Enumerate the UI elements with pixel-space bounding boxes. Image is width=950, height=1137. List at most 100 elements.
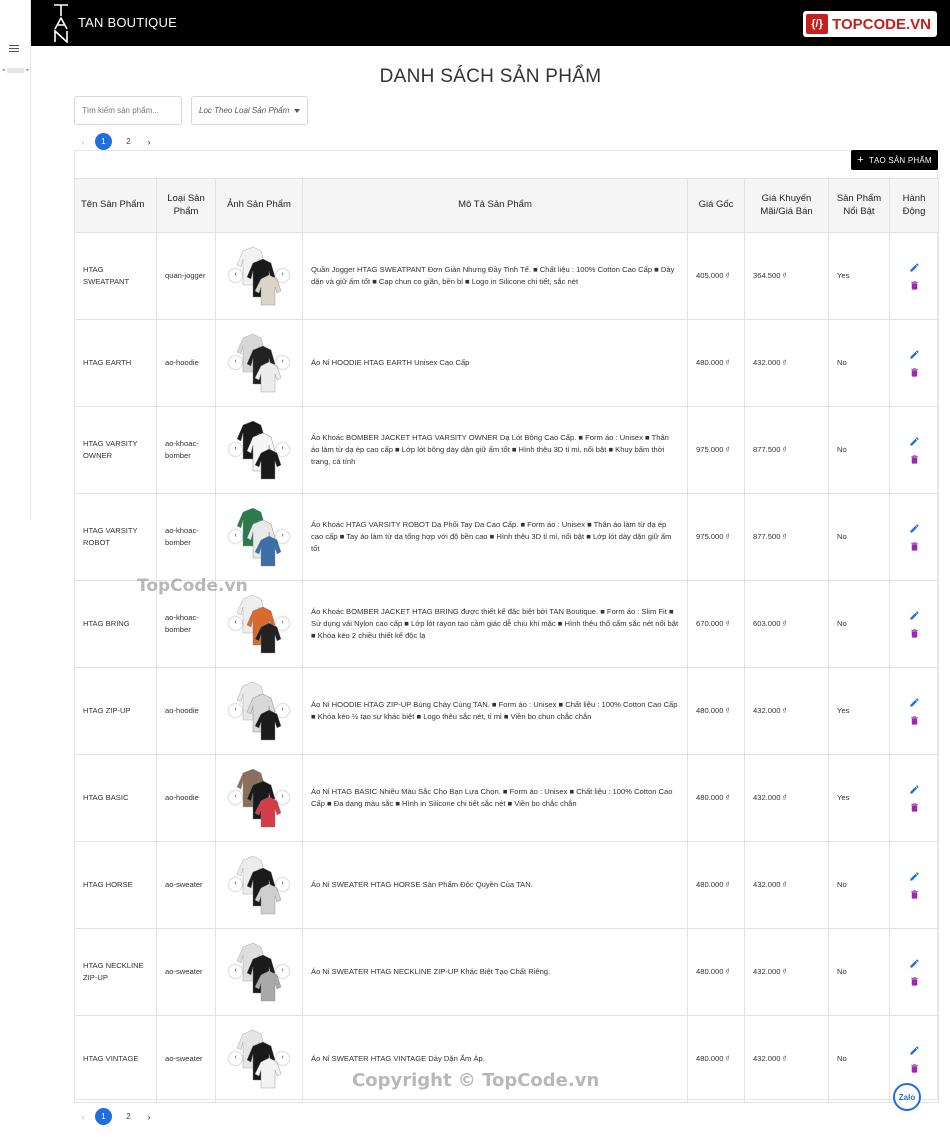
sale-price-cell: 432.000 ₫: [744, 754, 829, 842]
col-featured-header[interactable]: Sản Phẩm Nổi Bật: [828, 178, 890, 233]
carousel-next-icon[interactable]: ›: [276, 443, 289, 456]
carousel-prev-icon[interactable]: ‹: [229, 965, 242, 978]
featured-cell: No: [828, 928, 890, 1016]
edit-icon[interactable]: [909, 523, 920, 534]
delete-icon[interactable]: [909, 889, 920, 900]
carousel-prev-icon[interactable]: ‹: [229, 617, 242, 630]
price-cell: 480.000 ₫: [687, 841, 745, 929]
image-carousel: ‹ ›: [229, 680, 289, 742]
scroll-left-icon[interactable]: ◂: [2, 67, 5, 73]
carousel-prev-icon[interactable]: ‹: [229, 269, 242, 282]
edit-icon[interactable]: [909, 958, 920, 969]
featured-cell: No: [828, 493, 890, 581]
actions-cell: [889, 928, 939, 1016]
delete-icon[interactable]: [909, 454, 920, 465]
carousel-prev-icon[interactable]: ‹: [229, 878, 242, 891]
edit-icon[interactable]: [909, 871, 920, 882]
scroll-right-icon[interactable]: ▸: [26, 67, 29, 73]
col-type-header[interactable]: Loại Sản Phẩm: [156, 178, 216, 233]
page-2-button[interactable]: 2: [120, 1108, 137, 1125]
sale-price-cell: 432.000 ₫: [744, 928, 829, 1016]
carousel-prev-icon[interactable]: ‹: [229, 530, 242, 543]
create-product-button[interactable]: + TẠO SẢN PHẨM: [851, 150, 938, 170]
product-image-cell: ‹ ›: [215, 493, 303, 581]
category-filter-select[interactable]: Lọc Theo Loại Sản Phẩm: [191, 96, 308, 125]
search-input[interactable]: [74, 96, 182, 125]
delete-icon[interactable]: [909, 541, 920, 552]
product-image-cell: ‹ ›: [215, 841, 303, 929]
tan-logo[interactable]: [53, 3, 69, 44]
product-desc-cell: Áo Khoác HTAG VARSITY ROBOT Dạ Phối Tay …: [302, 493, 688, 581]
edit-icon[interactable]: [909, 697, 920, 708]
col-desc-header[interactable]: Mô Tả Sản Phẩm: [302, 178, 688, 233]
carousel-prev-icon[interactable]: ‹: [229, 704, 242, 717]
actions-cell: [889, 667, 939, 755]
edit-icon[interactable]: [909, 610, 920, 621]
carousel-prev-icon[interactable]: ‹: [229, 356, 242, 369]
delete-icon[interactable]: [909, 1063, 920, 1074]
rail-scroll[interactable]: ◂ ▸: [2, 66, 29, 74]
edit-icon[interactable]: [909, 784, 920, 795]
filter-label: Lọc Theo Loại Sản Phẩm: [199, 106, 290, 115]
col-sale-header[interactable]: Giá Khuyến Mãi/Giá Bán: [744, 178, 829, 233]
delete-icon[interactable]: [909, 367, 920, 378]
next-page-icon[interactable]: ›: [145, 137, 153, 147]
brand-name[interactable]: TAN BOUTIQUE: [78, 15, 177, 30]
col-name-header[interactable]: Tên Sản Phẩm: [74, 178, 157, 233]
page-1-button[interactable]: 1: [95, 133, 112, 150]
prev-page-icon[interactable]: ‹: [79, 137, 87, 147]
carousel-next-icon[interactable]: ›: [276, 617, 289, 630]
sale-price-cell: 364.500 ₫: [744, 232, 829, 320]
image-carousel: ‹ ›: [229, 419, 289, 481]
col-price-header[interactable]: Giá Gốc: [687, 178, 745, 233]
next-page-icon[interactable]: ›: [145, 1112, 153, 1122]
caret-down-icon: [294, 109, 300, 113]
edit-icon[interactable]: [909, 436, 920, 447]
sale-price-cell: 877.500 ₫: [744, 493, 829, 581]
delete-icon[interactable]: [909, 802, 920, 813]
delete-icon[interactable]: [909, 976, 920, 987]
price-cell: 480.000 ₫: [687, 1015, 745, 1103]
carousel-next-icon[interactable]: ›: [276, 878, 289, 891]
zalo-chat-button[interactable]: Zalo: [893, 1083, 921, 1111]
carousel-next-icon[interactable]: ›: [276, 1052, 289, 1065]
watermark-mid: TopCode.vn: [137, 576, 248, 596]
delete-icon[interactable]: [909, 280, 920, 291]
prev-page-icon[interactable]: ‹: [79, 1112, 87, 1122]
featured-cell: No: [828, 841, 890, 929]
carousel-prev-icon[interactable]: ‹: [229, 791, 242, 804]
carousel-prev-icon[interactable]: ‹: [229, 443, 242, 456]
edit-icon[interactable]: [909, 349, 920, 360]
carousel-next-icon[interactable]: ›: [276, 269, 289, 282]
carousel-next-icon[interactable]: ›: [276, 791, 289, 804]
carousel-next-icon[interactable]: ›: [276, 530, 289, 543]
carousel-prev-icon[interactable]: ‹: [229, 1052, 242, 1065]
topcode-badge: {/} TOPCODE.VN: [803, 11, 937, 37]
sale-price-cell: 432.000 ₫: [744, 667, 829, 755]
product-desc-cell: Áo Nỉ SWEATER HTAG HORSE Sản Phẩm Độc Qu…: [302, 841, 688, 929]
col-actions-header[interactable]: Hành Động: [889, 178, 939, 233]
product-desc-cell: Quần Jogger HTAG SWEATPANT Đơn Giản Nhưn…: [302, 232, 688, 320]
product-desc-cell: Áo Khoác BOMBER JACKET HTAG BRING được t…: [302, 580, 688, 668]
delete-icon[interactable]: [909, 715, 920, 726]
price-cell: 670.000 ₫: [687, 580, 745, 668]
actions-cell: [889, 232, 939, 320]
table-row: HTAG VARSITY OWNER ao-khoac-bomber ‹ › Áo…: [74, 406, 939, 494]
edit-icon[interactable]: [909, 1045, 920, 1056]
menu-icon[interactable]: [9, 45, 19, 54]
page-1-button[interactable]: 1: [95, 1108, 112, 1125]
product-type-cell: ao-khoac-bomber: [156, 493, 216, 581]
col-image-header[interactable]: Ảnh Sản Phẩm: [215, 178, 303, 233]
create-product-label: TẠO SẢN PHẨM: [868, 155, 932, 165]
delete-icon[interactable]: [909, 628, 920, 639]
carousel-next-icon[interactable]: ›: [276, 356, 289, 369]
product-desc-cell: Áo Nỉ HTAG BASIC Nhiều Màu Sắc Cho Bạn L…: [302, 754, 688, 842]
table-row: HTAG BASIC ao-hoodie ‹ › Áo Nỉ HTAG BASIC…: [74, 754, 939, 842]
product-name-cell: HTAG VINTAGE: [74, 1015, 157, 1103]
page-2-button[interactable]: 2: [120, 133, 137, 150]
carousel-next-icon[interactable]: ›: [276, 965, 289, 978]
actions-cell: [889, 319, 939, 407]
watermark-bottom: Copyright © TopCode.vn: [352, 1070, 600, 1091]
edit-icon[interactable]: [909, 262, 920, 273]
carousel-next-icon[interactable]: ›: [276, 704, 289, 717]
